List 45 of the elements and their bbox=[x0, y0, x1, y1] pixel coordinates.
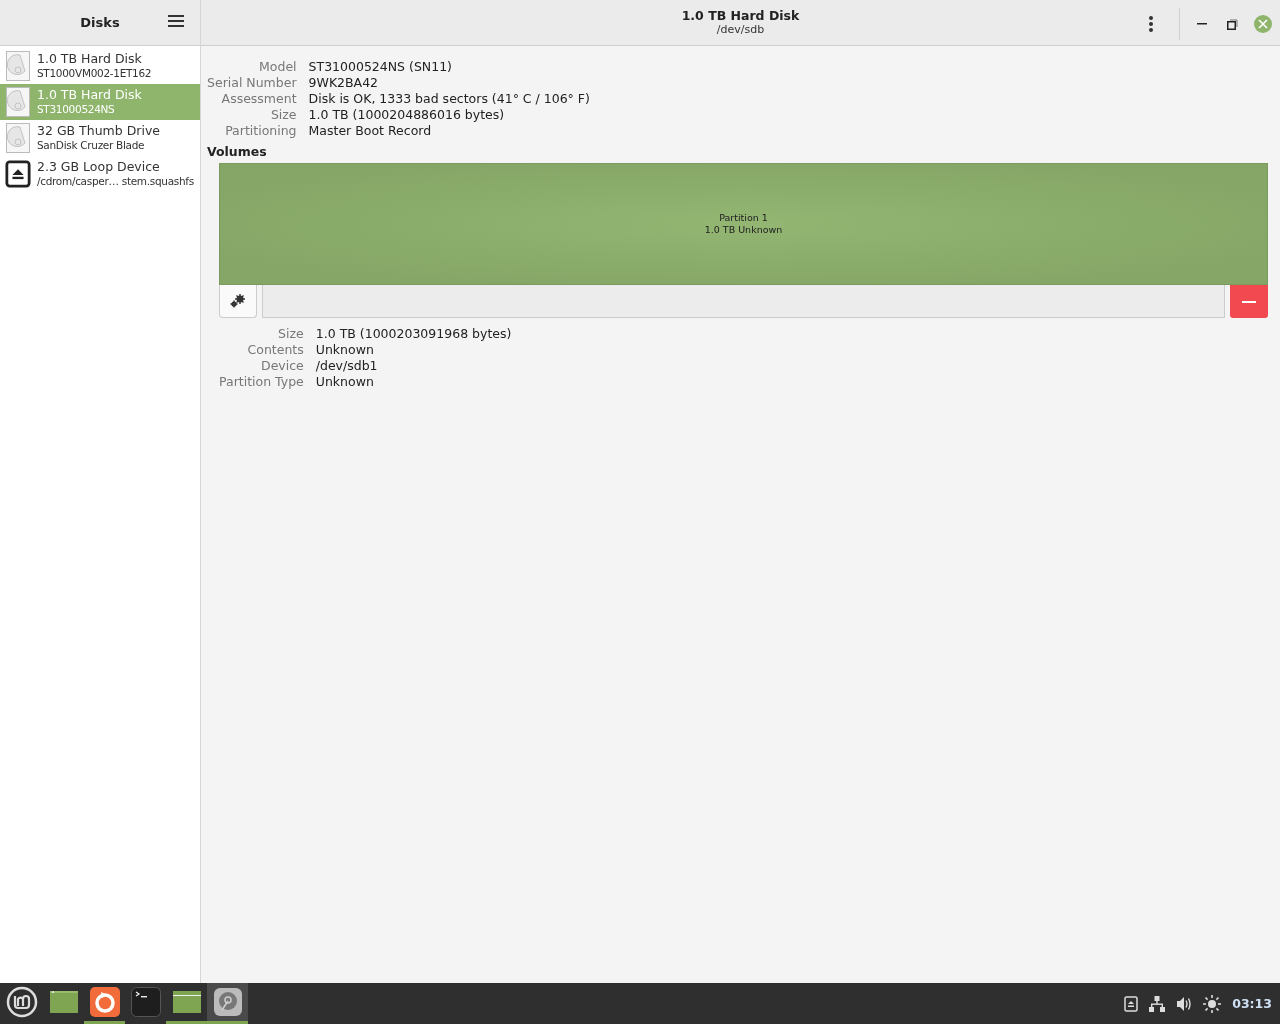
property-label: Partition Type bbox=[219, 374, 304, 390]
property-label: Model bbox=[258, 59, 297, 75]
browser-icon bbox=[88, 986, 121, 1018]
removable-drive-icon[interactable] bbox=[1124, 995, 1139, 1012]
more-options-icon bbox=[1149, 16, 1153, 32]
disk-list-item[interactable]: 1.0 TB Hard Disk ST1000VM002-1ET162 bbox=[0, 48, 200, 84]
minus-icon bbox=[1242, 300, 1256, 303]
terminal-icon bbox=[129, 986, 162, 1018]
menu-button[interactable] bbox=[168, 14, 184, 30]
property-label: Contents bbox=[246, 342, 304, 358]
property-value: Unknown bbox=[315, 342, 375, 358]
property-label: Device bbox=[260, 358, 304, 374]
property-value: Disk is OK, 1333 bad sectors (41° C / 106° F) bbox=[308, 91, 591, 107]
window-title: 1.0 TB Hard Disk bbox=[681, 8, 800, 23]
property-value: 1.0 TB (1000203091968 bytes) bbox=[315, 326, 513, 342]
gears-icon bbox=[230, 294, 246, 308]
property-label: Size bbox=[277, 326, 304, 342]
maximize-icon bbox=[1226, 18, 1238, 30]
property-value: Unknown bbox=[315, 374, 375, 390]
partition-block[interactable]: Partition 1 1.0 TB Unknown bbox=[220, 164, 1267, 284]
sidebar-title: Disks bbox=[80, 15, 120, 30]
property-value: 1.0 TB (1000204886016 bytes) bbox=[308, 107, 506, 123]
property-value: /dev/sdb1 bbox=[315, 358, 379, 374]
property-label: Size bbox=[269, 107, 297, 123]
property-value: Master Boot Record bbox=[308, 123, 433, 139]
start-menu-icon bbox=[5, 986, 38, 1018]
clock[interactable]: 03:13 bbox=[1232, 996, 1272, 1011]
disk-utility-icon bbox=[211, 986, 244, 1018]
volumes-heading: Volumes bbox=[207, 144, 268, 159]
property-label: Assessment bbox=[220, 91, 297, 107]
brightness-icon[interactable] bbox=[1203, 994, 1222, 1013]
property-label: Partitioning bbox=[224, 123, 297, 139]
window-subtitle: /dev/sdb bbox=[716, 22, 765, 37]
delete-partition-button[interactable] bbox=[1230, 285, 1268, 318]
eject-icon bbox=[5, 159, 31, 189]
close-icon bbox=[1258, 19, 1268, 29]
property-value: 9WK2BA42 bbox=[308, 75, 380, 91]
disk-list-item[interactable]: 2.3 GB Loop Device /cdrom/casper… stem.squashfs bbox=[0, 156, 200, 192]
property-value: ST31000524NS (SN11) bbox=[308, 59, 453, 75]
minimize-icon bbox=[1197, 23, 1207, 25]
property-label: Serial Number bbox=[207, 75, 297, 91]
settings-button[interactable] bbox=[219, 285, 257, 318]
volume-icon[interactable] bbox=[1176, 995, 1193, 1012]
network-icon[interactable] bbox=[1149, 995, 1166, 1012]
disk-list-item[interactable]: 32 GB Thumb Drive SanDisk Cruzer Blade bbox=[0, 120, 200, 156]
